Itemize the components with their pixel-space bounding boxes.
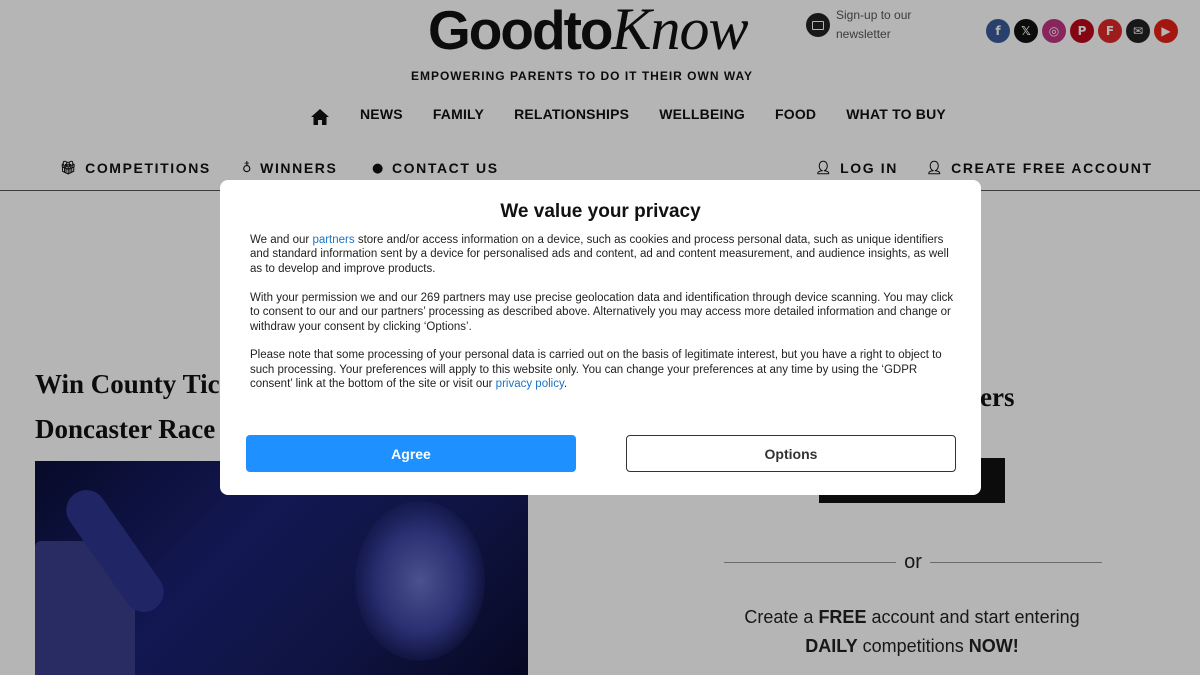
consent-paragraph-2: With your permission we and our 269 part… — [250, 291, 954, 333]
p1-after: store and/or access information on a dev… — [250, 234, 949, 275]
privacy-consent-dialog: We value your privacy We and our partner… — [220, 180, 981, 495]
privacy-policy-link[interactable]: privacy policy — [496, 378, 564, 390]
consent-body: We and our partners store and/or access … — [250, 233, 956, 406]
options-button[interactable]: Options — [626, 435, 956, 472]
consent-paragraph-1: We and our partners store and/or access … — [250, 233, 956, 276]
partners-link[interactable]: partners — [312, 234, 354, 246]
agree-button[interactable]: Agree — [246, 435, 576, 472]
consent-paragraph-3: Please note that some processing of your… — [250, 348, 956, 391]
consent-title: We value your privacy — [500, 201, 701, 222]
p3-after: . — [563, 378, 568, 391]
p3-before: Please note that some processing of your… — [250, 349, 942, 391]
p1-before: We and our — [250, 234, 313, 246]
